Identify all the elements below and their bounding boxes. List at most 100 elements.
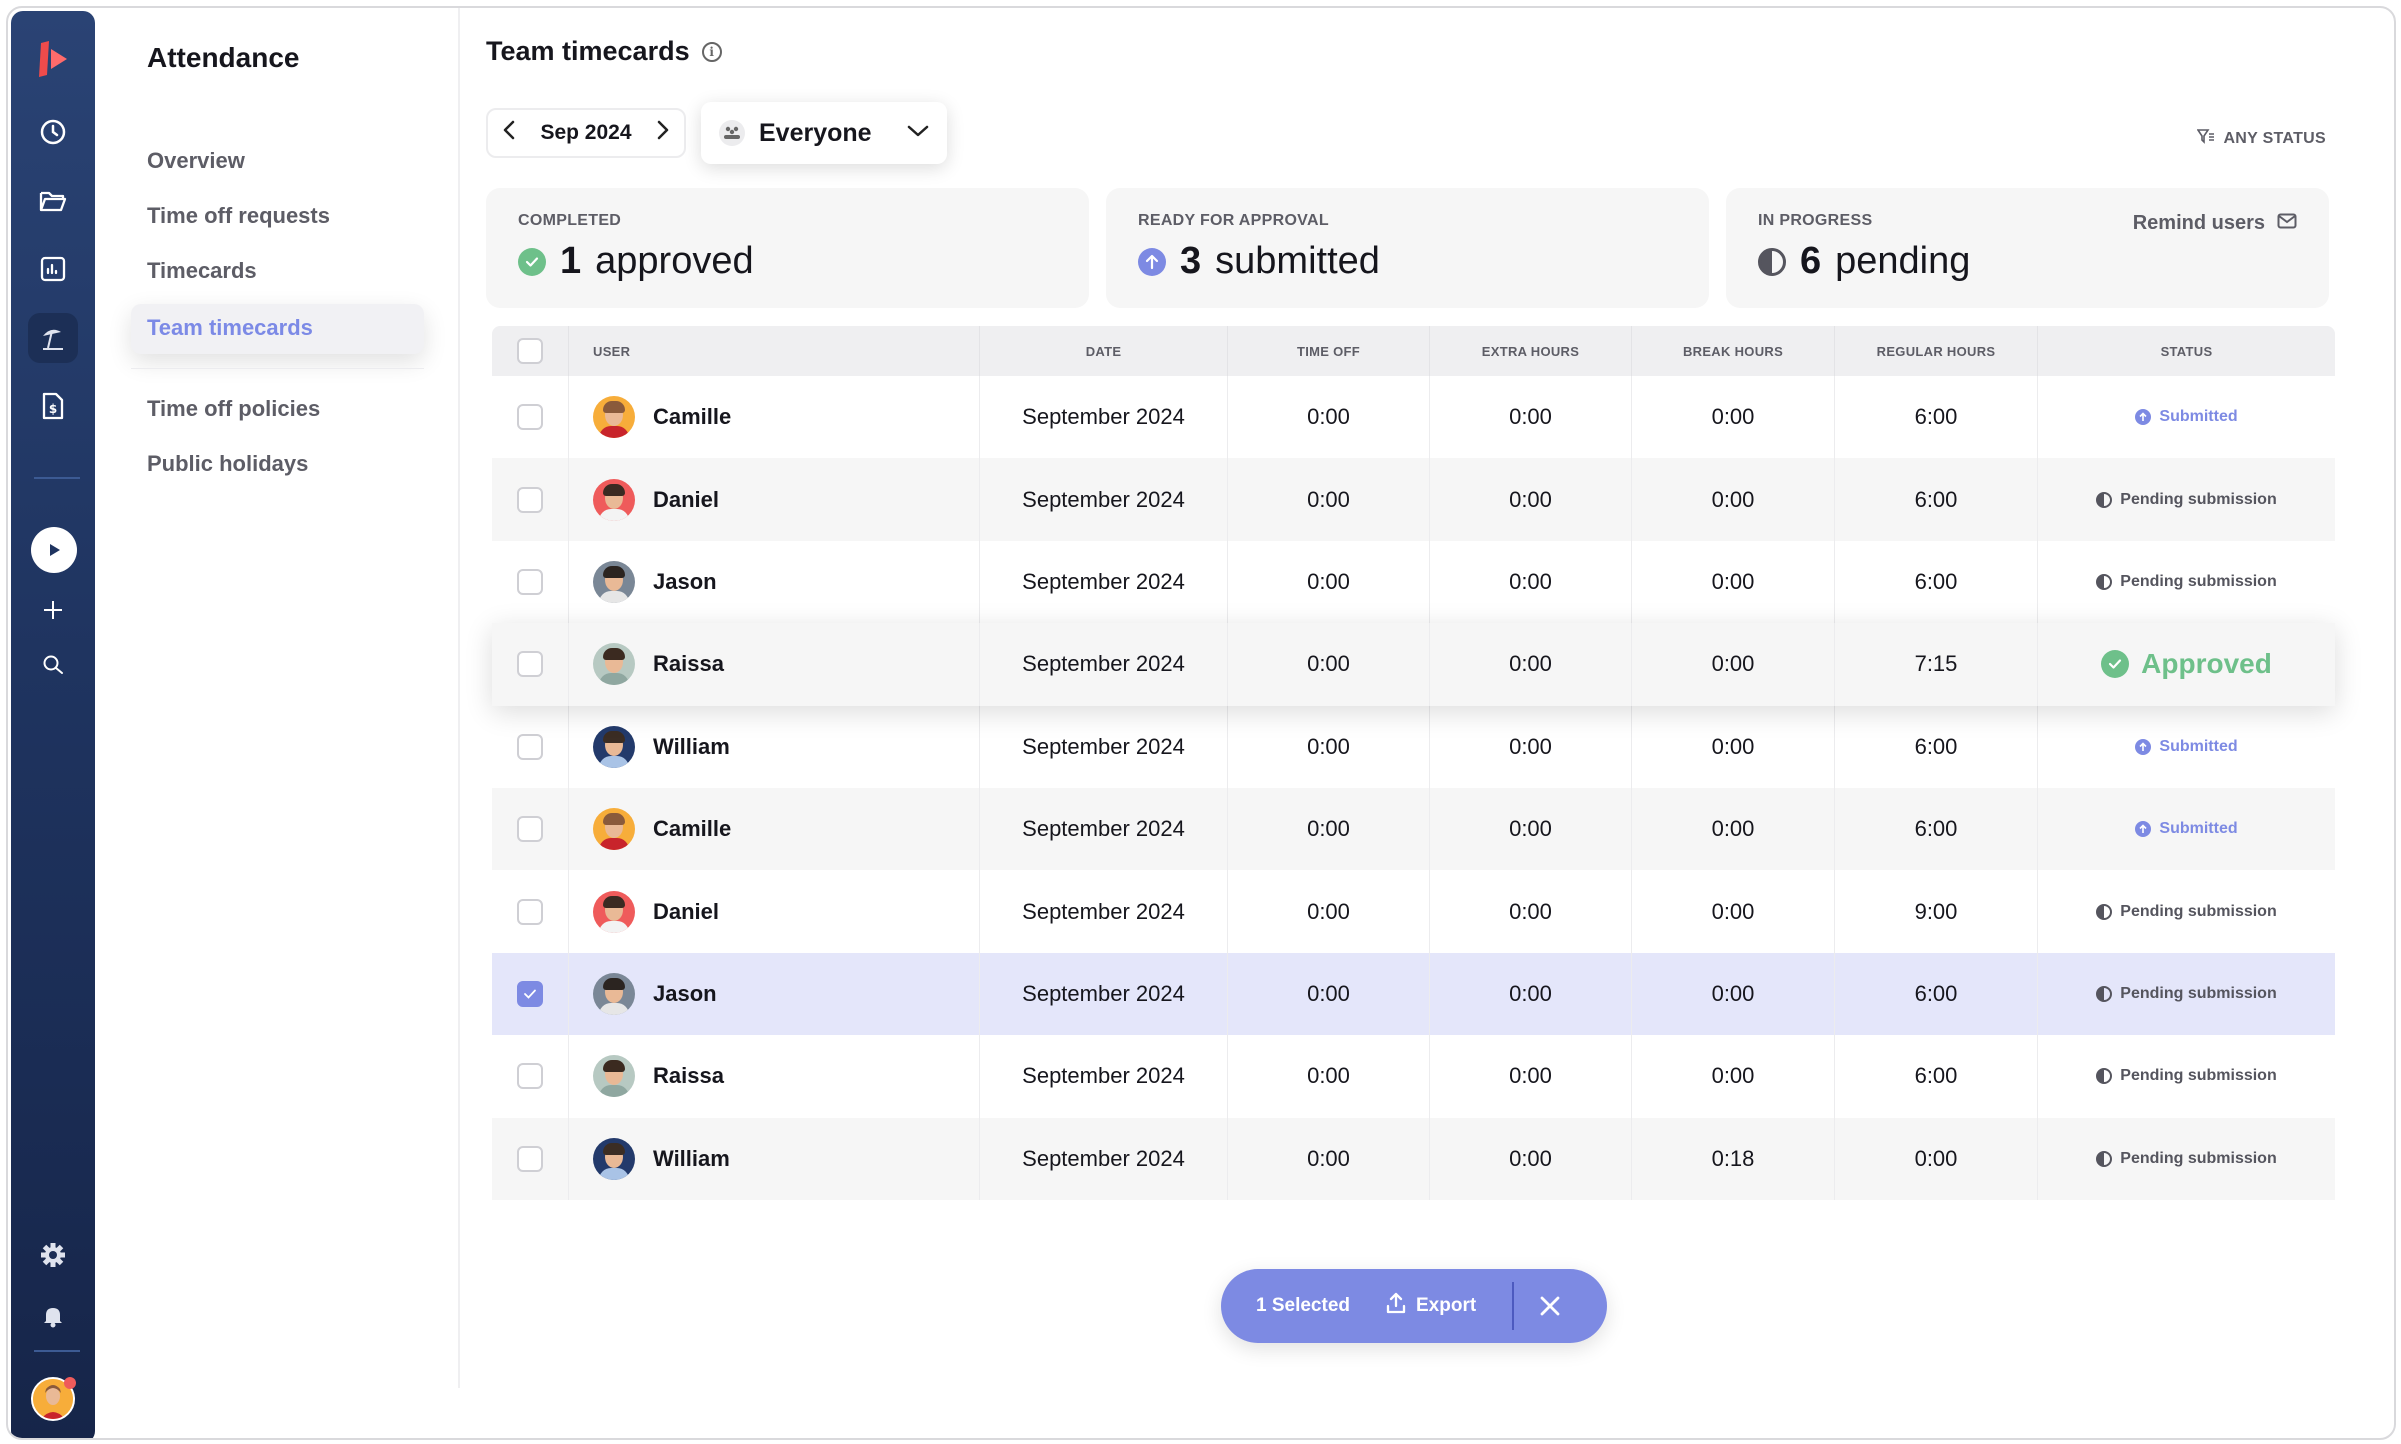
user-cell[interactable]: Daniel	[569, 458, 980, 541]
export-button[interactable]: Export	[1386, 1292, 1476, 1320]
current-user-avatar[interactable]	[31, 1377, 76, 1421]
row-checkbox[interactable]	[517, 1145, 543, 1172]
half-circle-icon	[2096, 1068, 2113, 1085]
time-off-cell: 0:00	[1228, 952, 1430, 1036]
row-checkbox[interactable]	[517, 1063, 543, 1090]
table-body: Camille September 2024 0:00 0:00 0:00 6:00 Sub…	[492, 376, 2335, 1200]
col-date[interactable]: DATE	[980, 326, 1228, 376]
table-row[interactable]: William September 2024 0:00 0:00 0:18 0:00 Pen…	[492, 1117, 2335, 1200]
table-row[interactable]: William September 2024 0:00 0:00 0:00 6:00 Sub…	[492, 705, 2335, 788]
table-row[interactable]: Camille September 2024 0:00 0:00 0:00 6:00 Sub…	[492, 376, 2335, 459]
table-row[interactable]: Daniel September 2024 0:00 0:00 0:00 6:00 Pend…	[492, 458, 2335, 541]
row-checkbox[interactable]	[517, 568, 543, 595]
subnav-item-team-timecards[interactable]: Team timecards	[147, 315, 313, 341]
col-break-hours[interactable]: BREAK HOURS	[1632, 326, 1835, 376]
status-badge: Approved	[2101, 648, 2272, 680]
table-row[interactable]: Raissa September 2024 0:00 0:00 0:00 7:15 Appr…	[492, 623, 2335, 706]
user-cell[interactable]: Daniel	[569, 870, 980, 953]
in-progress-label: pending	[1835, 240, 1971, 282]
half-circle-icon	[1758, 247, 1786, 276]
chevron-left-icon[interactable]	[502, 119, 516, 147]
user-cell[interactable]: Camille	[569, 376, 980, 459]
gear-icon[interactable]	[11, 1231, 95, 1279]
time-off-cell: 0:00	[1228, 1117, 1430, 1200]
group-icon	[719, 120, 745, 146]
row-checkbox[interactable]	[517, 980, 543, 1007]
status-cell: Submitted	[2038, 376, 2335, 458]
table-row[interactable]: Jason September 2024 0:00 0:00 0:00 6:00 Pendi…	[492, 540, 2335, 624]
subnav-item-time-off-requests[interactable]: Time off requests	[147, 203, 330, 229]
regular-hours-cell: 6:00	[1835, 1035, 2038, 1118]
col-user[interactable]: USER	[569, 326, 980, 376]
user-cell[interactable]: Raissa	[569, 623, 980, 706]
row-checkbox[interactable]	[517, 816, 543, 843]
col-extra-hours[interactable]: EXTRA HOURS	[1430, 326, 1632, 376]
date-cell: September 2024	[980, 458, 1228, 541]
user-cell[interactable]: William	[569, 705, 980, 788]
extra-hours-cell: 0:00	[1430, 952, 1632, 1036]
select-all-checkbox[interactable]	[517, 338, 543, 364]
timecards-table: USER DATE TIME OFF EXTRA HOURS BREAK HOU…	[492, 326, 2335, 1200]
play-icon[interactable]	[31, 527, 77, 573]
chevron-right-icon[interactable]	[656, 119, 670, 147]
break-hours-cell: 0:00	[1632, 623, 1835, 706]
user-cell[interactable]: Raissa	[569, 1035, 980, 1118]
invoice-icon[interactable]: $	[11, 382, 95, 430]
search-icon[interactable]	[11, 641, 95, 689]
table-row[interactable]: Daniel September 2024 0:00 0:00 0:00 9:00 Pend…	[492, 870, 2335, 953]
status-text: Pending submission	[2120, 1067, 2277, 1085]
user-cell[interactable]: Jason	[569, 540, 980, 624]
status-filter[interactable]: ANY STATUS	[2196, 128, 2326, 149]
regular-hours-cell: 6:00	[1835, 458, 2038, 541]
user-name: Jason	[653, 568, 717, 594]
close-icon[interactable]	[1530, 1286, 1570, 1326]
col-time-off[interactable]: TIME OFF	[1228, 326, 1430, 376]
plus-icon[interactable]	[11, 586, 95, 634]
status-text: Pending submission	[2120, 1149, 2277, 1167]
col-status[interactable]: STATUS	[2038, 326, 2335, 376]
break-hours-cell: 0:00	[1632, 787, 1835, 871]
status-cell: Pending submission	[2038, 1118, 2335, 1200]
regular-hours-cell: 0:00	[1835, 1117, 2038, 1200]
row-checkbox[interactable]	[517, 404, 543, 431]
status-text: Pending submission	[2120, 490, 2277, 508]
row-checkbox[interactable]	[517, 733, 543, 760]
subnav-item-time-off-policies[interactable]: Time off policies	[147, 396, 320, 422]
folder-icon[interactable]	[11, 177, 95, 225]
subnav-item-overview[interactable]: Overview	[147, 148, 245, 174]
row-checkbox[interactable]	[517, 651, 543, 678]
clock-icon[interactable]	[11, 108, 95, 156]
subnav-item-public-holidays[interactable]: Public holidays	[147, 451, 308, 477]
col-regular-hours[interactable]: REGULAR HOURS	[1835, 326, 2038, 376]
date-cell: September 2024	[980, 1035, 1228, 1118]
bell-icon[interactable]	[11, 1292, 95, 1340]
user-name: William	[653, 1145, 730, 1171]
row-checkbox[interactable]	[517, 486, 543, 513]
status-badge: Submitted	[2135, 738, 2238, 756]
remind-users-button[interactable]: Remind users	[2133, 212, 2297, 235]
row-select-cell	[492, 376, 569, 459]
status-cell: Submitted	[2038, 706, 2335, 788]
user-cell[interactable]: Jason	[569, 952, 980, 1036]
time-off-cell: 0:00	[1228, 870, 1430, 953]
arrow-up-circle-icon	[1138, 247, 1166, 276]
group-filter-dropdown[interactable]: Everyone	[701, 102, 947, 164]
table-row[interactable]: Jason September 2024 0:00 0:00 0:00 6:00 Pendi…	[492, 952, 2335, 1036]
user-cell[interactable]: Camille	[569, 787, 980, 871]
half-circle-icon	[2096, 903, 2113, 920]
table-row[interactable]: Camille September 2024 0:00 0:00 0:00 6:00 Sub…	[492, 787, 2335, 871]
user-cell[interactable]: William	[569, 1117, 980, 1200]
table-row[interactable]: Raissa September 2024 0:00 0:00 0:00 6:00 Pend…	[492, 1035, 2335, 1118]
vacation-icon[interactable]	[11, 313, 95, 363]
upload-icon	[1386, 1292, 1406, 1320]
user-name: Daniel	[653, 486, 720, 512]
reports-icon[interactable]	[11, 245, 95, 293]
attendance-subnav: Attendance Overview Time off requests Ti…	[98, 8, 460, 1388]
logo-icon[interactable]	[11, 35, 95, 83]
subnav-item-timecards[interactable]: Timecards	[147, 258, 257, 284]
info-icon[interactable]: i	[701, 41, 722, 62]
row-checkbox[interactable]	[517, 898, 543, 925]
regular-hours-cell: 9:00	[1835, 870, 2038, 953]
status-badge: Submitted	[2135, 820, 2238, 838]
status-text: Submitted	[2159, 408, 2238, 426]
